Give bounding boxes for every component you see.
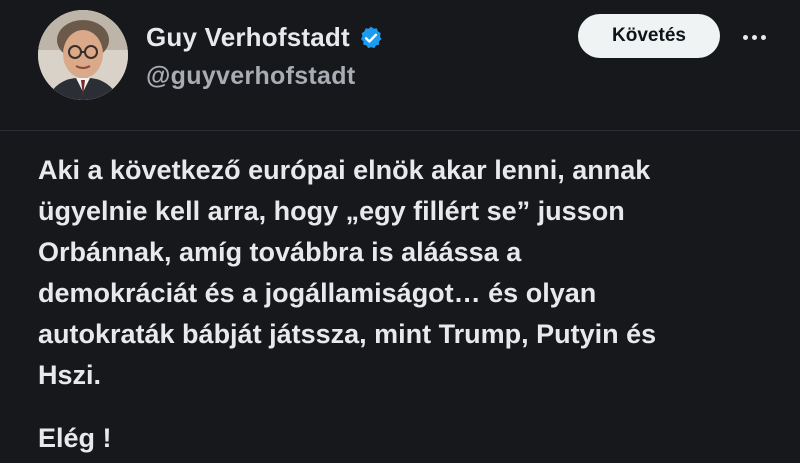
tweet-text-line: ügyelnie kell arra, hogy „egy fillért se… [38,196,625,226]
avatar-image [38,10,128,100]
dot [751,34,757,40]
name-row: Guy Verhofstadt [146,22,384,53]
more-options-icon[interactable] [734,22,774,52]
tweet-text-line: Hszi. [38,360,102,390]
tweet-text-line: Orbánnak, amíg továbbra is aláássa a [38,237,522,267]
tweet-text: Aki a következő európai elnök akar lenni… [38,150,778,396]
divider [0,130,800,131]
tweet-closing-text: Elég ! [38,423,112,453]
tweet-text-line: autokraták bábját játssza, mint Trump, P… [38,319,657,349]
dot [760,34,766,40]
avatar[interactable] [38,10,128,100]
display-name[interactable]: Guy Verhofstadt [146,22,350,53]
tweet-text-line: demokráciát és a jogállamiságot… és olya… [38,278,597,308]
verified-badge-icon [358,25,384,51]
tweet-header: Guy Verhofstadt @guyverhofstadt Követés [0,0,800,120]
dot [742,34,748,40]
user-handle[interactable]: @guyverhofstadt [146,62,355,91]
tweet-card: Guy Verhofstadt @guyverhofstadt Követés … [0,0,800,463]
follow-button[interactable]: Követés [578,14,720,58]
tweet-text-line: Aki a következő európai elnök akar lenni… [38,155,651,185]
